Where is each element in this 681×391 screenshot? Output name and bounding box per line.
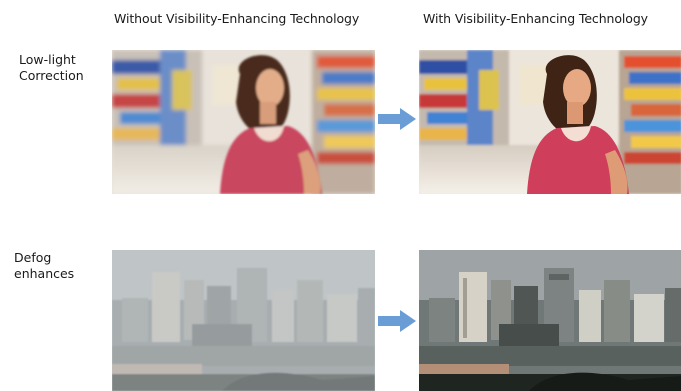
row-label-line2: enhances (14, 266, 75, 281)
header-with-technology: With Visibility-Enhancing Technology (423, 11, 648, 26)
row-label-low-light: Low-light Correction (19, 52, 84, 84)
low-light-before-image (112, 50, 375, 194)
row-label-line1: Defog (14, 250, 52, 265)
right-arrow-icon (378, 108, 416, 130)
right-arrow-icon (378, 310, 416, 332)
header-without-technology: Without Visibility-Enhancing Technology (114, 11, 360, 26)
defog-before-image (112, 250, 375, 391)
row-label-line2: Correction (19, 68, 84, 83)
row-label-defog: Defog enhances (14, 250, 74, 282)
defog-after-image (419, 250, 681, 391)
low-light-after-image (419, 50, 681, 194)
row-label-line1: Low-light (19, 52, 76, 67)
